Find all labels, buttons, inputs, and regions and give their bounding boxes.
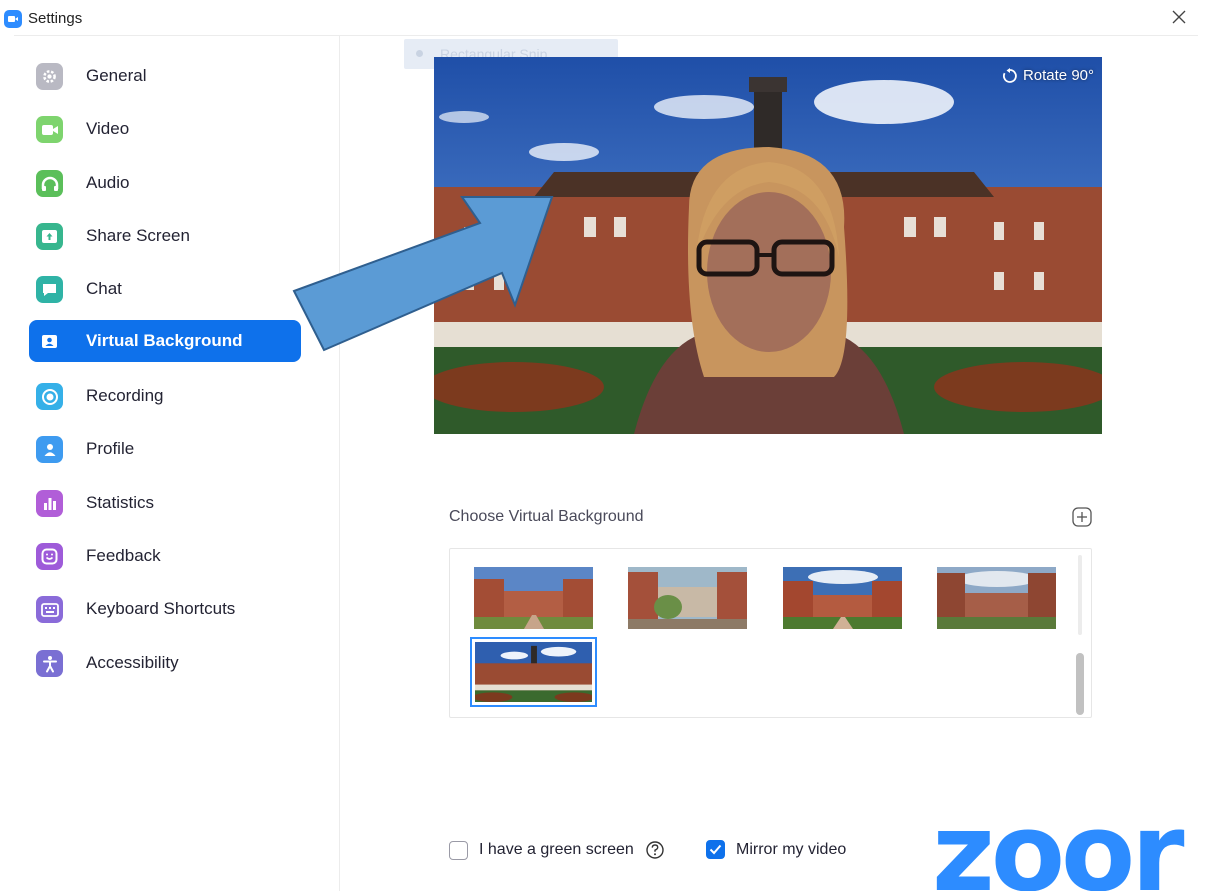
title-bar: Settings <box>0 0 1205 36</box>
add-background-button[interactable] <box>1071 506 1093 528</box>
sidebar-item-profile[interactable]: Profile <box>29 428 301 470</box>
green-screen-label: I have a green screen <box>479 841 634 858</box>
sidebar-item-label: Virtual Background <box>86 331 243 350</box>
sidebar-item-audio[interactable]: Audio <box>29 162 301 204</box>
close-button[interactable] <box>1168 6 1190 28</box>
sidebar-item-label: Profile <box>86 439 135 458</box>
plus-icon <box>1072 507 1092 527</box>
background-thumbnail[interactable] <box>783 567 902 629</box>
sidebar-item-chat[interactable]: Chat <box>29 268 301 310</box>
gear-icon <box>36 63 63 90</box>
sidebar-item-label: Video <box>86 119 130 138</box>
video-camera-icon <box>36 116 63 143</box>
background-thumbnail[interactable] <box>474 567 593 629</box>
sidebar-item-label: Recording <box>86 386 164 405</box>
sidebar-item-label: Statistics <box>86 493 155 512</box>
sidebar-item-keyboard-shortcuts[interactable]: Keyboard Shortcuts <box>29 588 301 630</box>
sidebar-item-general[interactable]: General <box>29 55 301 97</box>
checkmark-icon <box>709 844 722 855</box>
sidebar-item-label: Accessibility <box>86 653 179 672</box>
zoom-logo: zoor <box>932 791 1185 891</box>
background-thumbnail[interactable] <box>628 567 747 629</box>
record-icon <box>36 383 63 410</box>
background-gallery <box>449 548 1092 718</box>
background-thumbnail-selected[interactable] <box>470 637 597 707</box>
sidebar-item-statistics[interactable]: Statistics <box>29 482 301 524</box>
smile-icon <box>36 543 63 570</box>
bar-chart-icon <box>36 490 63 517</box>
green-screen-option[interactable]: I have a green screen <box>449 840 665 860</box>
mirror-video-checkbox[interactable] <box>706 840 725 859</box>
background-thumbnail[interactable] <box>937 567 1056 629</box>
mirror-video-option[interactable]: Mirror my video <box>706 840 846 859</box>
chat-bubble-icon <box>36 276 63 303</box>
keyboard-icon <box>36 596 63 623</box>
sidebar-item-feedback[interactable]: Feedback <box>29 535 301 577</box>
snip-dot-icon <box>416 50 423 57</box>
sidebar-item-label: Chat <box>86 279 122 298</box>
sidebar-item-label: Audio <box>86 173 130 192</box>
accessibility-icon <box>36 650 63 677</box>
sidebar-item-recording[interactable]: Recording <box>29 375 301 417</box>
help-icon[interactable] <box>645 840 665 860</box>
sidebar-item-share-screen[interactable]: Share Screen <box>29 215 301 257</box>
sidebar-item-virtual-background[interactable]: Virtual Background <box>29 320 301 362</box>
rotate-label: Rotate 90° <box>1022 67 1094 84</box>
window-title: Settings <box>28 10 83 27</box>
sidebar-item-label: General <box>86 66 147 85</box>
sidebar-item-label: Keyboard Shortcuts <box>86 599 236 618</box>
choose-background-label: Choose Virtual Background <box>449 508 644 525</box>
rotate-icon <box>1003 67 1017 83</box>
sidebar-item-video[interactable]: Video <box>29 108 301 150</box>
scrollbar-rail <box>1078 555 1082 635</box>
portrait-icon <box>36 328 63 355</box>
sidebar-item-label: Feedback <box>86 546 161 565</box>
scrollbar-thumb[interactable] <box>1076 653 1084 715</box>
headphones-icon <box>36 170 63 197</box>
zoom-app-icon <box>4 10 22 28</box>
close-icon <box>1172 10 1186 24</box>
gallery-scrollbar[interactable] <box>1074 555 1084 715</box>
annotation-arrow-icon <box>292 196 554 352</box>
person-icon <box>36 436 63 463</box>
sidebar-item-accessibility[interactable]: Accessibility <box>29 642 301 684</box>
sidebar-item-label: Share Screen <box>86 226 190 245</box>
share-screen-icon <box>36 223 63 250</box>
mirror-video-label: Mirror my video <box>736 840 847 858</box>
green-screen-checkbox[interactable] <box>449 840 468 860</box>
rotate-button[interactable]: Rotate 90° <box>1002 67 1094 84</box>
